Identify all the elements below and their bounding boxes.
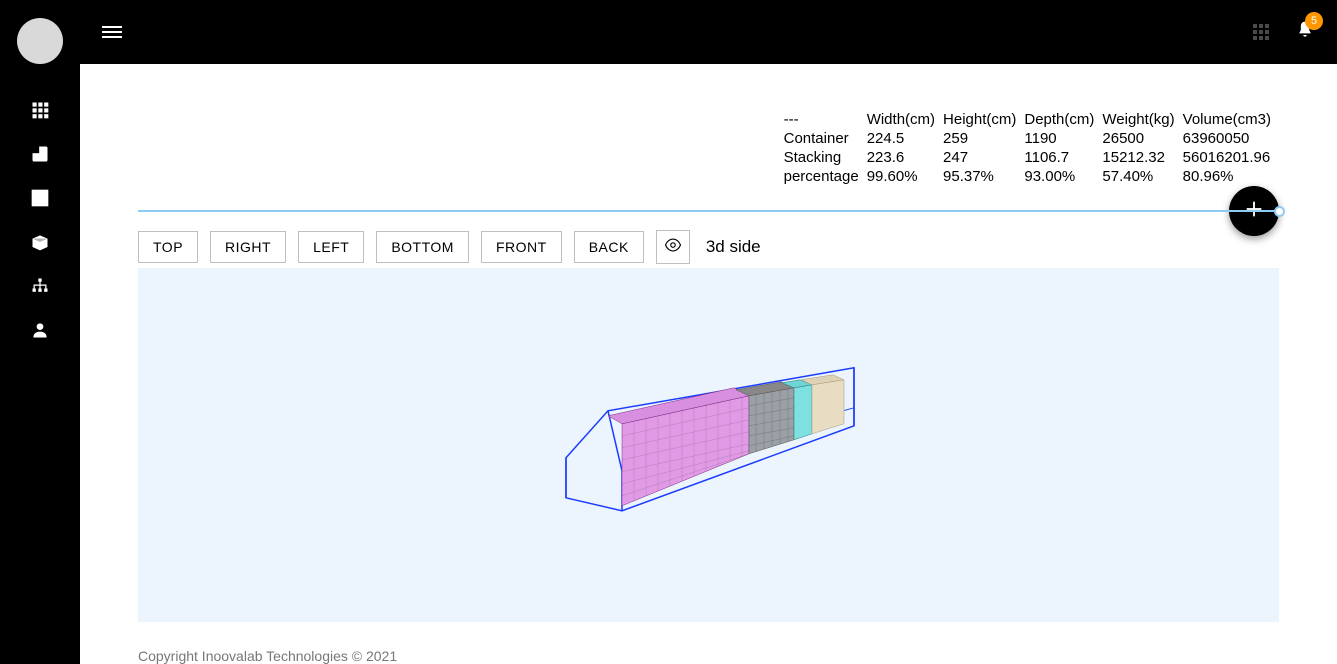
stats-header: Height(cm) bbox=[943, 110, 1024, 129]
topbar: 5 bbox=[80, 0, 1337, 64]
toggle-visibility-button[interactable] bbox=[656, 230, 690, 264]
table-row: Stacking 223.6 247 1106.7 15212.32 56016… bbox=[784, 148, 1279, 167]
sidebar-user[interactable] bbox=[20, 312, 60, 352]
slider-handle[interactable] bbox=[1274, 206, 1285, 217]
sidebar-org[interactable] bbox=[20, 268, 60, 308]
grid-icon bbox=[30, 100, 50, 125]
package-icon bbox=[30, 232, 50, 257]
notifications-button[interactable]: 5 bbox=[1295, 20, 1315, 45]
stats-cell: 223.6 bbox=[867, 148, 943, 167]
current-view-label: 3d side bbox=[706, 237, 761, 257]
container-3d-render bbox=[554, 366, 864, 531]
avatar[interactable] bbox=[17, 18, 63, 64]
footer: Copyright Inoovalab Technologies © 2021 bbox=[80, 628, 1337, 664]
main-column: 5 --- Width(cm) Height(cm) Depth(cm) Wei… bbox=[80, 0, 1337, 664]
sidebar-quad[interactable] bbox=[20, 180, 60, 220]
sidebar-package[interactable] bbox=[20, 224, 60, 264]
stats-cell: 95.37% bbox=[943, 167, 1024, 186]
stats-cell: Stacking bbox=[784, 148, 867, 167]
notification-count: 5 bbox=[1305, 12, 1323, 30]
stats-cell: 99.60% bbox=[867, 167, 943, 186]
view-controls: TOP RIGHT LEFT BOTTOM FRONT BACK 3d side bbox=[138, 230, 1279, 264]
sidebar bbox=[0, 0, 80, 664]
stats-cell: percentage bbox=[784, 167, 867, 186]
stats-cell: 259 bbox=[943, 129, 1024, 148]
view-back-button[interactable]: BACK bbox=[574, 231, 644, 263]
sidebar-dashboard[interactable] bbox=[20, 92, 60, 132]
sidebar-board[interactable] bbox=[20, 136, 60, 176]
stats-cell: 26500 bbox=[1102, 129, 1182, 148]
stats-cell: 1106.7 bbox=[1024, 148, 1102, 167]
stats-header: Width(cm) bbox=[867, 110, 943, 129]
stats-cell: 63960050 bbox=[1183, 129, 1279, 148]
stats-cell: 15212.32 bbox=[1102, 148, 1182, 167]
stats-cell: 56016201.96 bbox=[1183, 148, 1279, 167]
eye-icon bbox=[664, 236, 682, 259]
content-area: --- Width(cm) Height(cm) Depth(cm) Weigh… bbox=[80, 64, 1337, 628]
stats-cell: 224.5 bbox=[867, 129, 943, 148]
slider-track bbox=[138, 210, 1279, 212]
org-chart-icon bbox=[30, 276, 50, 301]
progress-slider[interactable] bbox=[138, 204, 1279, 218]
window-quad-icon bbox=[30, 188, 50, 213]
stats-header: Depth(cm) bbox=[1024, 110, 1102, 129]
stats-cell: 80.96% bbox=[1183, 167, 1279, 186]
view-bottom-button[interactable]: BOTTOM bbox=[376, 231, 469, 263]
stats-cell: Container bbox=[784, 129, 867, 148]
hamburger-icon bbox=[102, 26, 122, 38]
view-front-button[interactable]: FRONT bbox=[481, 231, 562, 263]
stats-cell: 57.40% bbox=[1102, 167, 1182, 186]
stats-header: Weight(kg) bbox=[1102, 110, 1182, 129]
stats-cell: 93.00% bbox=[1024, 167, 1102, 186]
view-top-button[interactable]: TOP bbox=[138, 231, 198, 263]
view-left-button[interactable]: LEFT bbox=[298, 231, 364, 263]
table-row: Container 224.5 259 1190 26500 63960050 bbox=[784, 129, 1279, 148]
stats-header-row: --- Width(cm) Height(cm) Depth(cm) Weigh… bbox=[784, 110, 1279, 129]
stats-cell: 1190 bbox=[1024, 129, 1102, 148]
3d-viewport[interactable] bbox=[138, 268, 1279, 622]
view-right-button[interactable]: RIGHT bbox=[210, 231, 286, 263]
stats-header: Volume(cm3) bbox=[1183, 110, 1279, 129]
stats-header: --- bbox=[784, 110, 867, 129]
stats-cell: 247 bbox=[943, 148, 1024, 167]
table-row: percentage 99.60% 95.37% 93.00% 57.40% 8… bbox=[784, 167, 1279, 186]
footer-copyright: Copyright Inoovalab Technologies © 2021 bbox=[138, 648, 397, 664]
stats-table: --- Width(cm) Height(cm) Depth(cm) Weigh… bbox=[784, 110, 1279, 186]
apps-menu[interactable] bbox=[1253, 24, 1269, 40]
board-icon bbox=[30, 144, 50, 169]
menu-toggle[interactable] bbox=[102, 23, 122, 41]
user-icon bbox=[30, 320, 50, 345]
